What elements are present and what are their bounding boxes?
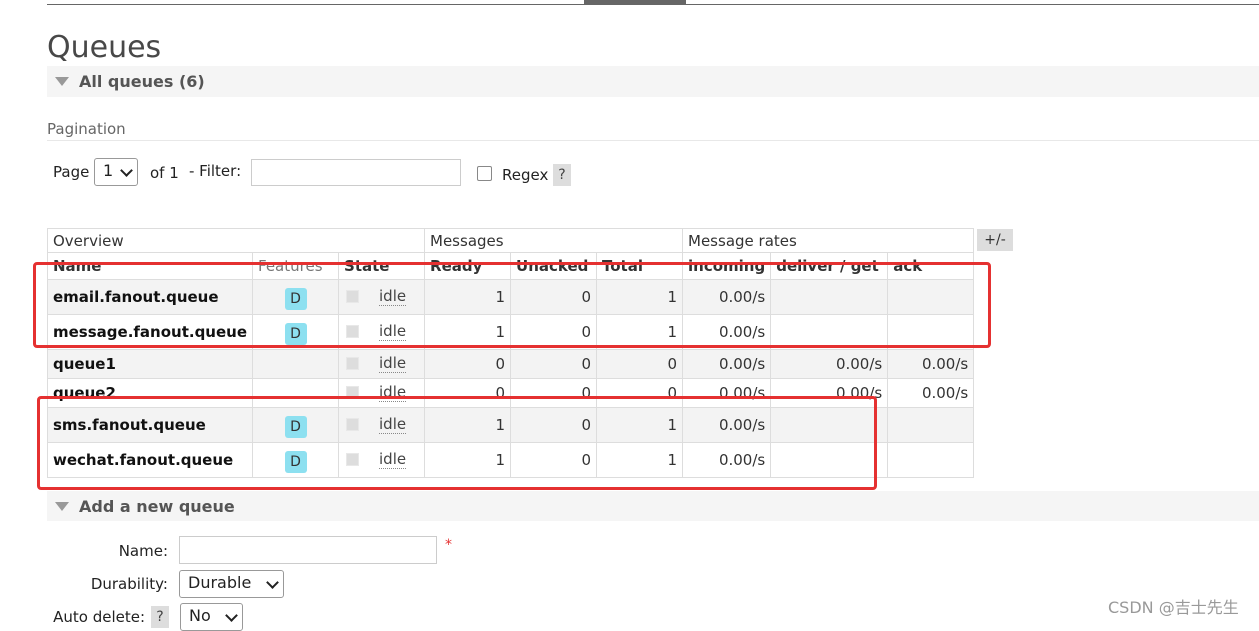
durability-select[interactable]: Durable xyxy=(179,570,284,598)
group-header-message-rates: Message rates xyxy=(682,228,975,253)
highlight-box-bottom xyxy=(37,396,877,490)
queue-name-input[interactable] xyxy=(179,536,437,564)
chevron-down-icon xyxy=(225,609,238,622)
column-toggle-button[interactable]: +/- xyxy=(977,229,1013,251)
pagination-divider xyxy=(47,140,1259,141)
page-title: Queues xyxy=(47,30,162,65)
ready-count: 0 xyxy=(424,349,512,379)
total-count: 0 xyxy=(596,349,684,379)
page-of-label: of 1 xyxy=(150,164,179,182)
filter-label: - Filter: xyxy=(189,162,242,180)
queue-state: idle xyxy=(379,354,407,373)
active-tab-indicator xyxy=(584,0,686,5)
name-field-label: Name: xyxy=(118,542,168,560)
features-cell xyxy=(252,349,340,379)
queue-name-link[interactable]: queue1 xyxy=(46,349,254,379)
ack-rate xyxy=(887,407,975,443)
filter-input[interactable] xyxy=(251,159,461,186)
chevron-down-icon xyxy=(120,164,133,177)
chevron-down-icon xyxy=(266,576,279,589)
collapse-triangle-icon xyxy=(55,502,69,511)
table-row[interactable]: queue1 idle 0 0 0 0.00/s 0.00/s 0.00/s xyxy=(46,349,975,379)
group-header-overview: Overview xyxy=(46,228,426,253)
regex-checkbox[interactable] xyxy=(477,166,492,181)
deliver-get-rate: 0.00/s xyxy=(770,349,889,379)
pagination-label: Pagination xyxy=(47,120,126,138)
collapse-triangle-icon xyxy=(55,77,69,86)
auto-delete-label: Auto delete: xyxy=(53,608,145,626)
state-indicator-icon xyxy=(346,357,360,370)
group-header-messages: Messages xyxy=(424,228,684,253)
regex-help-button[interactable]: ? xyxy=(553,164,571,186)
all-queues-section-header[interactable]: All queues (6) xyxy=(47,66,1259,97)
durability-select-value: Durable xyxy=(188,573,252,592)
page-select-value: 1 xyxy=(103,161,114,180)
page-label: Page xyxy=(53,163,90,181)
ack-rate xyxy=(887,442,975,478)
unacked-count: 0 xyxy=(510,349,598,379)
highlight-box-top xyxy=(33,262,991,348)
auto-delete-select-value: No xyxy=(189,606,211,625)
auto-delete-help-button[interactable]: ? xyxy=(151,606,169,628)
ack-rate: 0.00/s xyxy=(887,349,975,379)
page-select[interactable]: 1 xyxy=(94,158,138,186)
durability-label: Durability: xyxy=(90,575,168,593)
ack-rate: 0.00/s xyxy=(887,378,975,408)
watermark: CSDN @吉士先生 xyxy=(1108,598,1239,617)
required-marker: * xyxy=(445,537,452,553)
all-queues-label: All queues (6) xyxy=(79,72,205,91)
add-queue-section-header[interactable]: Add a new queue xyxy=(47,491,1259,521)
auto-delete-select[interactable]: No xyxy=(180,603,243,631)
add-queue-label: Add a new queue xyxy=(79,497,235,516)
regex-label: Regex xyxy=(502,166,549,184)
incoming-rate: 0.00/s xyxy=(682,349,772,379)
